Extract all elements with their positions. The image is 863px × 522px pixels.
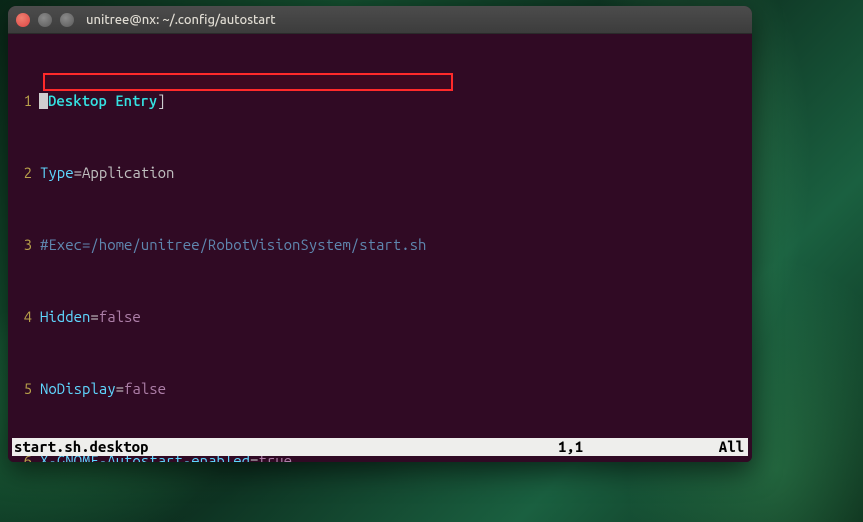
editor-area[interactable]: 1 Desktop Entry] 2 Type=Application 3 #E… (8, 34, 752, 462)
line-number: 5 (12, 380, 40, 398)
status-filename: start.sh.desktop (12, 438, 558, 456)
code-line: 4 Hidden=false (12, 308, 748, 326)
line-number: 1 (12, 92, 40, 110)
status-position: 1,1 (558, 438, 708, 456)
ini-key: Type (40, 164, 74, 181)
ini-keyword: false (124, 380, 166, 397)
equals: = (90, 308, 98, 325)
code-line: 5 NoDisplay=false (12, 380, 748, 398)
line-number: 4 (12, 308, 40, 326)
code-content[interactable]: NoDisplay=false (40, 380, 748, 398)
maximize-icon[interactable] (60, 13, 74, 27)
code-content[interactable]: #Exec=/home/unitree/RobotVisionSystem/st… (40, 236, 748, 254)
code-line: 2 Type=Application (12, 164, 748, 182)
section-name: Desktop Entry (48, 92, 157, 109)
ini-key: NoDisplay (40, 380, 116, 397)
vim-statusbar: start.sh.desktop 1,1 All (12, 438, 748, 456)
code-content[interactable]: Desktop Entry] (40, 92, 748, 110)
code-content[interactable]: Hidden=false (40, 308, 748, 326)
close-icon[interactable] (16, 13, 30, 27)
terminal-window: unitree@nx: ~/.config/autostart 1 Deskto… (8, 6, 752, 462)
code-content[interactable]: Type=Application (40, 164, 748, 182)
ini-key: Hidden (40, 308, 90, 325)
ini-keyword: false (99, 308, 141, 325)
line-number: 2 (12, 164, 40, 182)
comment: #Exec=/home/unitree/RobotVisionSystem/st… (40, 236, 426, 253)
titlebar[interactable]: unitree@nx: ~/.config/autostart (8, 6, 752, 34)
bracket-close: ] (157, 92, 165, 109)
window-buttons (16, 13, 74, 27)
equals: = (116, 380, 124, 397)
annotation-highlight (43, 73, 453, 91)
window-title: unitree@nx: ~/.config/autostart (86, 13, 276, 27)
code-line: 3 #Exec=/home/unitree/RobotVisionSystem/… (12, 236, 748, 254)
minimize-icon[interactable] (38, 13, 52, 27)
equals: = (74, 164, 82, 181)
status-percent: All (708, 438, 748, 456)
ini-value: Application (82, 164, 174, 181)
cursor (39, 93, 48, 109)
line-number: 3 (12, 236, 40, 254)
code-line: 1 Desktop Entry] (12, 92, 748, 110)
